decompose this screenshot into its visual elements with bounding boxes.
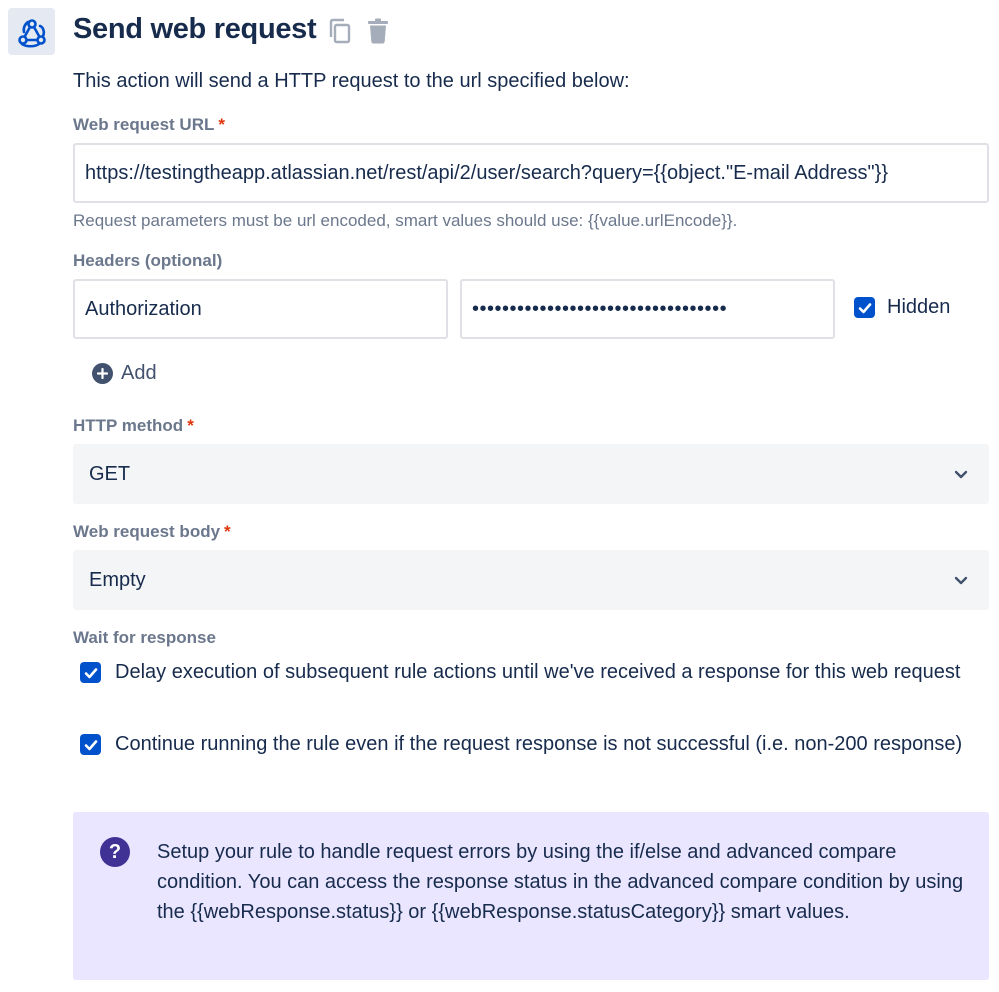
hidden-label: Hidden: [887, 296, 951, 318]
header-value-masked: ••••••••••••••••••••••••••••••••••: [472, 297, 728, 320]
info-panel: ? Setup your rule to handle request erro…: [73, 812, 989, 980]
continue-running-checkbox[interactable]: Continue running the rule even if the re…: [80, 729, 980, 759]
trash-icon[interactable]: [365, 17, 391, 45]
checkbox-checked-icon[interactable]: [854, 297, 875, 318]
url-hint: Request parameters must be url encoded, …: [73, 211, 738, 230]
add-header-button[interactable]: Add: [92, 362, 157, 385]
copy-icon[interactable]: [327, 17, 353, 45]
title-actions: [327, 17, 391, 45]
delay-execution-checkbox[interactable]: Delay execution of subsequent rule actio…: [80, 657, 980, 687]
body-label: Web request body *: [73, 522, 231, 542]
headers-label: Headers (optional): [73, 251, 223, 270]
url-input[interactable]: https://testingtheapp.atlassian.net/rest…: [73, 143, 989, 203]
http-method-select[interactable]: GET: [73, 444, 989, 504]
request-body-value: Empty: [89, 568, 146, 591]
checkbox-checked-icon[interactable]: [80, 662, 101, 683]
chevron-down-icon: [949, 568, 973, 592]
method-label: HTTP method *: [73, 416, 194, 436]
url-label-text: Web request URL: [73, 115, 215, 134]
checkbox-checked-icon[interactable]: [80, 734, 101, 755]
chevron-down-icon: [949, 462, 973, 486]
url-label: Web request URL *: [73, 115, 225, 135]
page-title: Send web request: [73, 13, 317, 45]
required-mark: *: [187, 416, 194, 435]
header-key-value: Authorization: [85, 297, 202, 320]
method-label-text: HTTP method: [73, 416, 184, 435]
add-label: Add: [121, 362, 157, 384]
request-body-select[interactable]: Empty: [73, 550, 989, 610]
plus-circle-icon: [92, 363, 113, 384]
info-text: Setup your rule to handle request errors…: [157, 841, 964, 923]
header-value-input[interactable]: ••••••••••••••••••••••••••••••••••: [460, 279, 835, 339]
question-circle-icon: ?: [100, 837, 130, 867]
body-label-text: Web request body: [73, 522, 221, 541]
action-description: This action will send a HTTP request to …: [73, 70, 630, 92]
required-mark: *: [218, 115, 225, 134]
url-input-value: https://testingtheapp.atlassian.net/rest…: [85, 161, 889, 184]
http-method-value: GET: [89, 462, 131, 485]
header-key-input[interactable]: Authorization: [73, 279, 448, 339]
wait-label: Wait for response: [73, 628, 216, 647]
webhook-icon: [8, 8, 55, 55]
required-mark: *: [224, 522, 231, 541]
hidden-checkbox[interactable]: Hidden: [854, 296, 950, 319]
continue-running-label: Continue running the rule even if the re…: [115, 733, 963, 755]
delay-execution-label: Delay execution of subsequent rule actio…: [115, 661, 961, 683]
